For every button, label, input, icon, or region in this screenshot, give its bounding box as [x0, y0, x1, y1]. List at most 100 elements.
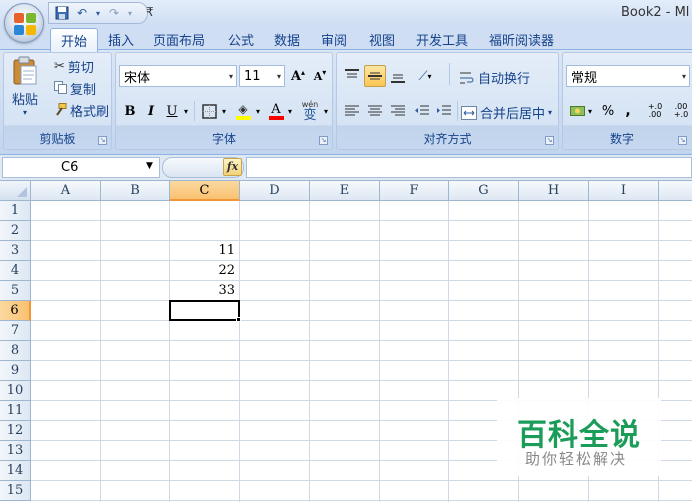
decrease-indent-button[interactable]: [411, 100, 433, 122]
cell-c4[interactable]: 22: [170, 261, 239, 281]
tab-developer[interactable]: 开发工具: [416, 30, 468, 49]
align-center-button[interactable]: [364, 100, 386, 122]
align-middle-button[interactable]: [364, 65, 386, 87]
border-button[interactable]: [198, 100, 220, 122]
row-header-11[interactable]: 11: [0, 401, 31, 421]
column-header-a[interactable]: A: [31, 181, 101, 201]
paste-button[interactable]: 粘贴 ▾: [8, 56, 42, 117]
shrink-font-button[interactable]: A ▾: [310, 65, 330, 87]
row-header-8[interactable]: 8: [0, 341, 31, 361]
column-header-c[interactable]: C: [170, 181, 240, 201]
underline-dropdown-icon[interactable]: ▾: [182, 100, 190, 122]
tab-foxit-reader[interactable]: 福昕阅读器: [489, 30, 554, 49]
row-header-10[interactable]: 10: [0, 381, 31, 401]
cut-button[interactable]: ✂ 剪切: [54, 57, 94, 76]
row-header-7[interactable]: 7: [0, 321, 31, 341]
alignment-launcher-icon[interactable]: ↘: [545, 136, 554, 145]
grow-font-button[interactable]: A ▴: [288, 65, 308, 87]
row-header-2[interactable]: 2: [0, 221, 31, 241]
customize-qat-button[interactable]: ₹: [146, 5, 154, 19]
increase-decimal-button[interactable]: +.0 .00: [643, 100, 667, 122]
row-header-9[interactable]: 9: [0, 361, 31, 381]
border-dropdown-icon[interactable]: ▾: [220, 100, 228, 122]
tab-insert[interactable]: 插入: [108, 30, 134, 49]
row-header-6[interactable]: 6: [0, 301, 31, 321]
phonetic-guide-button[interactable]: wén 变: [298, 100, 322, 123]
name-box[interactable]: C6: [2, 157, 160, 178]
font-color-dropdown-icon[interactable]: ▾: [286, 100, 294, 122]
increase-indent-button[interactable]: [433, 100, 455, 122]
orientation-dropdown-icon[interactable]: ▾: [428, 72, 432, 81]
column-header-i[interactable]: I: [589, 181, 659, 201]
undo-dropdown-icon[interactable]: ▾: [95, 6, 101, 20]
row-header-5[interactable]: 5: [0, 281, 31, 301]
tab-page-layout[interactable]: 页面布局: [153, 30, 205, 49]
fill-color-button[interactable]: ◈: [232, 100, 254, 122]
align-left-button[interactable]: [341, 100, 363, 122]
italic-button[interactable]: I: [142, 100, 160, 122]
column-header-e[interactable]: E: [310, 181, 380, 201]
font-name-dropdown-icon[interactable]: ▾: [229, 72, 233, 81]
merge-center-button[interactable]: 合并后居中 ▾: [461, 103, 552, 122]
align-top-button[interactable]: [341, 65, 363, 87]
number-format-dropdown-icon[interactable]: ▾: [682, 72, 686, 81]
tab-data[interactable]: 数据: [274, 30, 300, 49]
row-header-4[interactable]: 4: [0, 261, 31, 281]
row-header-12[interactable]: 12: [0, 421, 31, 441]
font-size-dropdown-icon[interactable]: ▾: [277, 72, 281, 81]
orientation-button[interactable]: ⟋ ▾: [413, 65, 437, 87]
formula-input[interactable]: [246, 157, 692, 178]
row-header-13[interactable]: 13: [0, 441, 31, 461]
column-header-f[interactable]: F: [380, 181, 449, 201]
fill-handle[interactable]: [236, 317, 241, 322]
copy-button[interactable]: 复制: [54, 79, 96, 98]
number-format-combo[interactable]: 常规 ▾: [566, 65, 690, 87]
column-header-b[interactable]: B: [101, 181, 170, 201]
fill-color-dropdown-icon[interactable]: ▾: [254, 100, 262, 122]
window-title: Book2 - Ml: [621, 5, 690, 20]
row-header-15[interactable]: 15: [0, 481, 31, 501]
number-launcher-icon[interactable]: ↘: [678, 136, 687, 145]
row-header-14[interactable]: 14: [0, 461, 31, 481]
column-header-h[interactable]: H: [519, 181, 589, 201]
paste-dropdown-icon[interactable]: ▾: [23, 108, 27, 117]
phonetic-dropdown-icon[interactable]: ▾: [322, 100, 330, 122]
column-header-partial[interactable]: [659, 181, 692, 201]
row-header-3[interactable]: 3: [0, 241, 31, 261]
row-header-1[interactable]: 1: [0, 201, 31, 221]
office-button[interactable]: [4, 3, 44, 43]
redo-icon[interactable]: ↷: [107, 6, 121, 20]
accounting-dropdown-icon[interactable]: ▾: [588, 107, 592, 116]
tab-formulas[interactable]: 公式: [228, 30, 254, 49]
column-header-d[interactable]: D: [240, 181, 310, 201]
font-size-combo[interactable]: 11 ▾: [239, 65, 285, 87]
bold-button[interactable]: B: [121, 100, 139, 122]
format-painter-button[interactable]: 格式刷: [54, 101, 109, 120]
clipboard-launcher-icon[interactable]: ↘: [98, 136, 107, 145]
wrap-text-button[interactable]: 自动换行: [459, 68, 530, 87]
font-launcher-icon[interactable]: ↘: [319, 136, 328, 145]
tab-view[interactable]: 视图: [369, 30, 395, 49]
align-bottom-button[interactable]: [387, 65, 409, 87]
select-all-button[interactable]: [0, 181, 31, 201]
font-name-combo[interactable]: 宋体 ▾: [119, 65, 237, 87]
cell-c3[interactable]: 11: [170, 241, 239, 261]
save-icon[interactable]: [55, 6, 69, 20]
insert-function-button[interactable]: fx: [223, 158, 242, 176]
tab-home[interactable]: 开始: [50, 28, 99, 52]
underline-button[interactable]: U: [163, 100, 181, 122]
font-color-button[interactable]: A: [266, 100, 286, 122]
comma-style-button[interactable]: ,: [621, 100, 635, 122]
name-box-dropdown-icon[interactable]: ▼: [146, 161, 153, 171]
tab-review[interactable]: 审阅: [321, 30, 347, 49]
cell-c5[interactable]: 33: [170, 281, 239, 301]
decrease-decimal-button[interactable]: .00 +.0: [669, 100, 692, 122]
undo-icon[interactable]: ↶: [75, 6, 89, 20]
accounting-format-button[interactable]: ▾: [567, 100, 595, 122]
column-header-g[interactable]: G: [449, 181, 519, 201]
merge-center-dropdown-icon[interactable]: ▾: [548, 108, 552, 117]
percent-button[interactable]: %: [599, 100, 617, 122]
redo-dropdown-icon[interactable]: ▾: [127, 6, 133, 20]
active-cell-border[interactable]: [169, 300, 240, 321]
align-right-button[interactable]: [387, 100, 409, 122]
